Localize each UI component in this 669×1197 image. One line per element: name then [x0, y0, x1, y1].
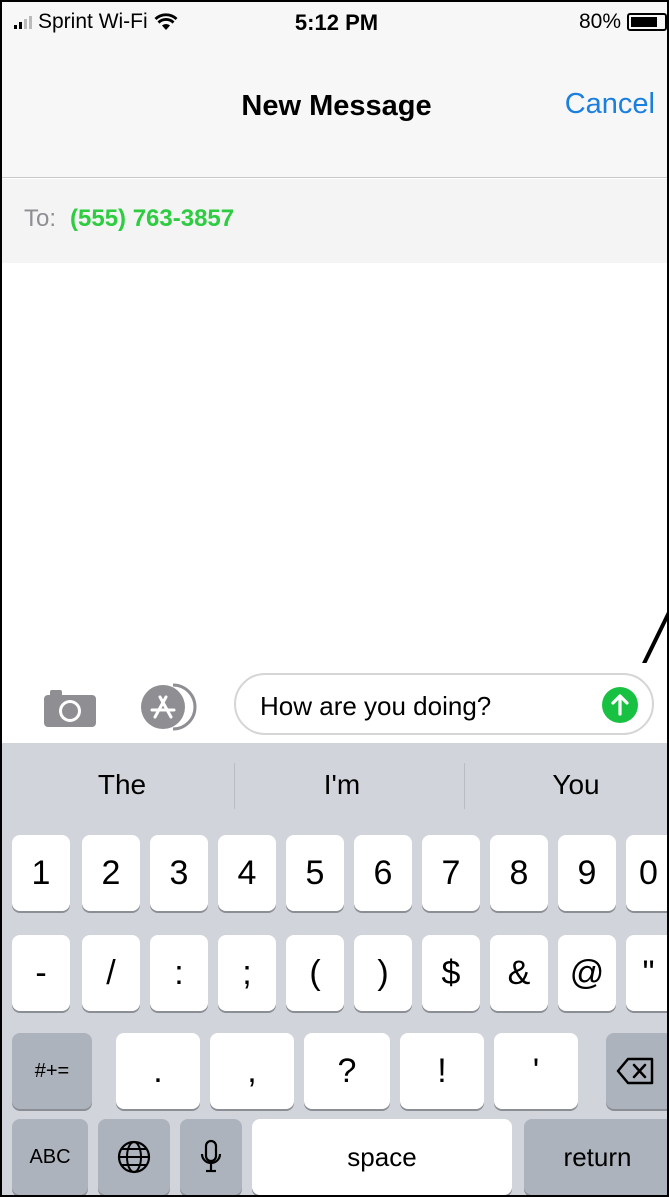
key-6[interactable]: 6: [354, 835, 412, 911]
suggestion-3[interactable]: You: [476, 769, 667, 801]
key-slash[interactable]: /: [82, 935, 140, 1011]
suggestion-divider: [234, 763, 235, 809]
cancel-button[interactable]: Cancel: [565, 88, 655, 121]
key-ampersand[interactable]: &: [490, 935, 548, 1011]
key-8[interactable]: 8: [490, 835, 548, 911]
send-arrow-icon: [611, 694, 629, 716]
return-key[interactable]: return: [524, 1119, 667, 1195]
predictive-bar: The I'm You: [2, 743, 667, 831]
key-apostrophe[interactable]: ': [494, 1033, 578, 1109]
key-close-paren[interactable]: ): [354, 935, 412, 1011]
message-screen: Sprint Wi-Fi 5:12 PM 80% New Message Can…: [0, 0, 669, 1197]
key-dollar[interactable]: $: [422, 935, 480, 1011]
microphone-icon: [200, 1139, 222, 1173]
battery-percent: 80%: [578, 10, 621, 33]
globe-icon: [117, 1140, 151, 1174]
compose-bar: How are you doing?: [2, 663, 667, 743]
key-question[interactable]: ?: [304, 1033, 390, 1109]
key-colon[interactable]: :: [150, 935, 208, 1011]
clock: 5:12 PM: [294, 10, 379, 35]
backspace-icon: [616, 1057, 653, 1085]
key-hyphen[interactable]: -: [12, 935, 70, 1011]
symbols-toggle-key[interactable]: #+=: [12, 1033, 92, 1109]
key-comma[interactable]: ,: [210, 1033, 294, 1109]
key-7[interactable]: 7: [422, 835, 480, 911]
camera-icon[interactable]: [42, 687, 98, 729]
key-period[interactable]: .: [116, 1033, 200, 1109]
message-text: How are you doing?: [260, 691, 492, 721]
key-1[interactable]: 1: [12, 835, 70, 911]
battery-icon: [627, 13, 667, 31]
battery-group: 80%: [579, 10, 667, 34]
send-button[interactable]: [602, 687, 638, 723]
globe-key[interactable]: [98, 1119, 170, 1195]
recipient-chip[interactable]: (555) 763-3857: [70, 205, 234, 233]
keyboard: The I'm You 1 2 3 4 5 6 7 8 9 0 - / : ; …: [2, 743, 667, 1195]
app-store-icon[interactable]: [137, 681, 203, 733]
to-field[interactable]: To: (555) 763-3857: [2, 179, 667, 263]
key-exclamation[interactable]: !: [400, 1033, 484, 1109]
key-5[interactable]: 5: [286, 835, 344, 911]
key-9[interactable]: 9: [558, 835, 616, 911]
suggestion-2[interactable]: I'm: [242, 769, 442, 801]
to-label: To:: [24, 205, 57, 232]
navigation-bar: New Message Cancel: [2, 42, 667, 178]
key-at[interactable]: @: [558, 935, 616, 1011]
message-input[interactable]: How are you doing?: [234, 673, 654, 735]
key-open-paren[interactable]: (: [286, 935, 344, 1011]
key-3[interactable]: 3: [150, 835, 208, 911]
space-key[interactable]: space: [252, 1119, 512, 1195]
key-quote[interactable]: ": [626, 935, 667, 1011]
message-thread-area: [2, 263, 667, 663]
key-4[interactable]: 4: [218, 835, 276, 911]
key-semicolon[interactable]: ;: [218, 935, 276, 1011]
suggestion-divider: [464, 763, 465, 809]
dictation-key[interactable]: [180, 1119, 242, 1195]
backspace-key[interactable]: [606, 1033, 667, 1109]
key-0[interactable]: 0: [626, 835, 667, 911]
abc-key[interactable]: ABC: [12, 1119, 88, 1195]
key-2[interactable]: 2: [82, 835, 140, 911]
suggestion-1[interactable]: The: [22, 769, 222, 801]
status-bar: Sprint Wi-Fi 5:12 PM 80%: [2, 2, 667, 42]
